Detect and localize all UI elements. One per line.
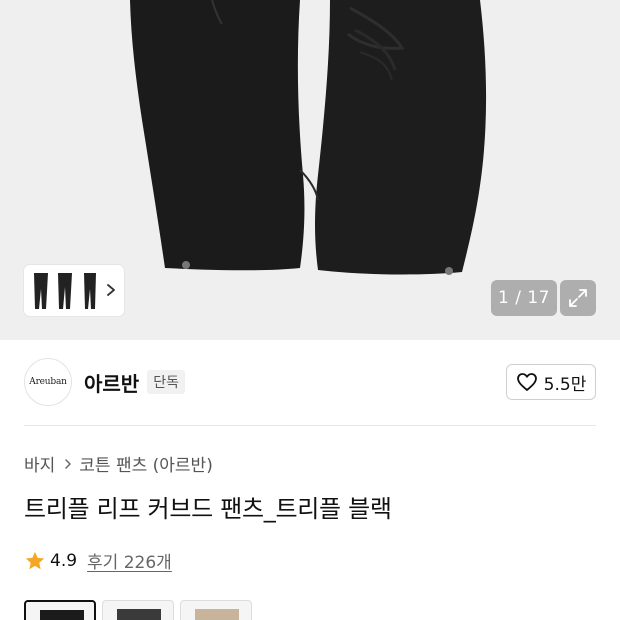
chevron-right-icon[interactable] [104,280,118,300]
color-swatch-black[interactable] [24,600,96,620]
expand-icon [569,289,587,307]
rating-score: 4.9 [50,550,78,571]
like-count: 5.5만 [543,374,587,395]
brand-name[interactable]: 아르반 [84,368,139,397]
heart-icon [516,373,537,391]
thumbnail-strip[interactable] [24,265,124,316]
brand-logo[interactable]: Areuban [24,358,72,406]
product-title: 트리플 리프 커브드 팬츠_트리플 블랙 [24,495,392,523]
charcoal-pants-swatch [117,609,161,620]
beige-pants-swatch [195,609,239,620]
breadcrumb: 바지 코튼 팬츠 (아르반) [24,451,213,476]
image-counter: 1 / 17 [491,280,557,316]
star-icon [25,551,45,569]
product-image-gallery[interactable]: 1 / 17 [0,0,620,340]
color-swatch-charcoal[interactable] [102,600,174,620]
divider [24,425,596,426]
reviews-link[interactable]: 후기 226개 [87,548,172,573]
color-swatches [24,600,252,620]
like-button[interactable]: 5.5만 [506,364,596,400]
rating-row: 4.9 후기 226개 [24,548,172,573]
expand-button[interactable] [560,280,596,316]
breadcrumb-item-subcategory[interactable]: 코튼 팬츠 (아르반) [79,451,213,476]
breadcrumb-item-category[interactable]: 바지 [24,451,55,476]
pants-thumbnail [34,272,96,309]
chevron-right-icon [65,458,72,469]
black-pants-swatch [40,610,84,620]
exclusive-badge: 단독 [147,370,185,394]
brand-row: Areuban 아르반 단독 5.5만 [24,357,596,407]
color-swatch-beige[interactable] [180,600,252,620]
